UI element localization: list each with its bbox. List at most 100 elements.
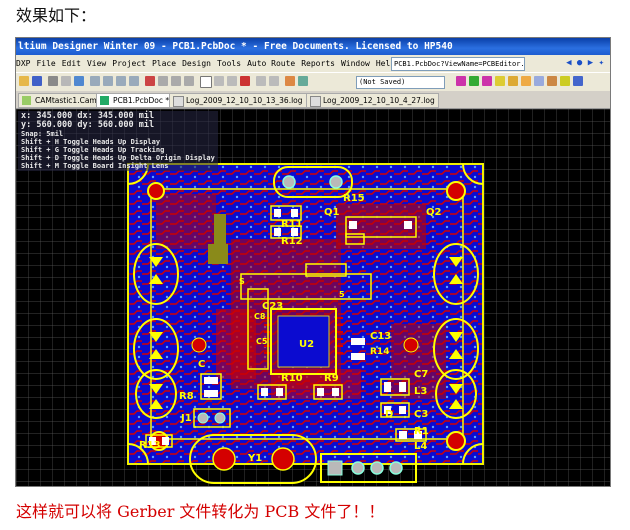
- menu-bar: DXP File Edit View Project Place Design Tools Au…: [16, 55, 610, 72]
- label-q1: Q1: [324, 207, 340, 218]
- label-c13: C13: [370, 331, 391, 342]
- label-q2: Q2: [426, 207, 442, 218]
- label-r8: R8: [179, 391, 194, 402]
- label-r12: R12: [281, 236, 303, 247]
- label-c7: C7: [414, 369, 428, 380]
- label-u2: U2: [299, 339, 314, 350]
- hud-hint: Shift + G Toggle Heads Up Tracking: [21, 146, 165, 154]
- menu-tools[interactable]: Tools: [217, 55, 241, 72]
- label-j1: J1: [180, 413, 192, 424]
- undo-icon[interactable]: [256, 76, 266, 86]
- nav-icons[interactable]: ◀ ● ▶ ✦: [566, 58, 604, 69]
- zoom-icon[interactable]: [74, 76, 84, 86]
- label-l4: L4: [414, 441, 427, 452]
- snap-readout: Snap: 5mil: [21, 130, 64, 138]
- pcb-canvas[interactable]: R15 Q1 Q2 R11 R12 C23 C 5 C8 U2 C13 R14 R…: [16, 109, 610, 486]
- dy-value: 560.000 mil: [97, 120, 155, 130]
- label-5: 5: [339, 290, 345, 299]
- app-window: ltium Designer Winter 09 - PCB1.PcbDoc *…: [15, 37, 611, 487]
- tab-log-1[interactable]: Log_2009_12_10_10_13_36.log: [169, 93, 307, 108]
- label-c23: C23: [262, 301, 283, 312]
- menu-reports[interactable]: Reports: [301, 55, 335, 72]
- tab-log-2[interactable]: Log_2009_12_10_10_4_27.log: [306, 93, 439, 108]
- cross-probe-icon[interactable]: [285, 76, 295, 86]
- polygon-icon[interactable]: [547, 76, 557, 86]
- main-toolbar: (Not Saved): [16, 72, 610, 92]
- label-r10: R10: [281, 373, 303, 384]
- bottom-caption: 这样就可以将 Gerber 文件转化为 PCB 文件了！！: [16, 502, 385, 521]
- arc-icon[interactable]: [469, 76, 479, 86]
- route-icon[interactable]: [456, 76, 466, 86]
- menu-window[interactable]: Window: [341, 55, 370, 72]
- heads-up-display: x: 345.000 dx: 345.000 mil y: 560.000 dy…: [18, 111, 218, 171]
- menu-file[interactable]: File: [36, 55, 55, 72]
- redo-icon[interactable]: [269, 76, 279, 86]
- paste-icon[interactable]: [171, 76, 181, 86]
- label-c-left: C: [198, 359, 205, 370]
- string-icon[interactable]: [560, 76, 570, 86]
- hud-hint: Shift + D Toggle Heads Up Delta Origin D…: [21, 154, 215, 162]
- log-icon: [173, 96, 184, 107]
- browse-icon[interactable]: [298, 76, 308, 86]
- tab-camtastic[interactable]: CAMtastic1.Cam *: [18, 93, 107, 108]
- tab-pcb[interactable]: PCB1.PcbDoc *: [96, 93, 174, 108]
- hud-hint: Shift + M Toggle Board Insight Lens: [21, 162, 169, 170]
- label-l3: L3: [414, 386, 427, 397]
- top-caption: 效果如下：: [16, 6, 97, 25]
- tab-label: PCB1.PcbDoc *: [113, 96, 170, 105]
- rect-select-icon[interactable]: [200, 76, 212, 88]
- menu-place[interactable]: Place: [152, 55, 176, 72]
- label-r9: R9: [324, 373, 339, 384]
- label-c3: C3: [414, 409, 428, 420]
- tab-label: Log_2009_12_10_10_13_36.log: [186, 96, 303, 105]
- copy-icon[interactable]: [158, 76, 168, 86]
- label-c8: C8: [254, 312, 266, 321]
- move-icon[interactable]: [214, 76, 224, 86]
- menu-design[interactable]: Design: [182, 55, 211, 72]
- y-value: 560.000: [36, 120, 73, 130]
- print-icon[interactable]: [48, 76, 58, 86]
- menu-view[interactable]: View: [87, 55, 106, 72]
- cam-icon: [22, 96, 31, 105]
- area-icon[interactable]: [103, 76, 113, 86]
- pcb-icon: [100, 96, 109, 105]
- arc-place-icon[interactable]: [521, 76, 531, 86]
- select-icon[interactable]: [116, 76, 126, 86]
- preview-icon[interactable]: [61, 76, 71, 86]
- label-y1: Y1: [247, 453, 262, 464]
- tab-label: CAMtastic1.Cam *: [35, 96, 103, 105]
- via-icon[interactable]: [508, 76, 518, 86]
- tab-label: Log_2009_12_10_10_4_27.log: [323, 96, 435, 105]
- save-icon[interactable]: [32, 76, 42, 86]
- pad-icon[interactable]: [495, 76, 505, 86]
- window-title: ltium Designer Winter 09 - PCB1.PcbDoc *…: [16, 38, 610, 55]
- menu-dxp[interactable]: DXP: [16, 55, 30, 72]
- open-icon[interactable]: [19, 76, 29, 86]
- zoom-selected-icon[interactable]: [129, 76, 139, 86]
- label-d: D: [385, 409, 393, 420]
- text-icon[interactable]: [573, 76, 583, 86]
- fill-icon[interactable]: [534, 76, 544, 86]
- label-s: S: [239, 277, 245, 286]
- dy-label: dy:: [77, 120, 93, 130]
- saved-state-select[interactable]: (Not Saved): [356, 76, 445, 89]
- label-r1: R1: [414, 426, 429, 437]
- label-r13: R13: [139, 440, 161, 451]
- label-r11: R11: [281, 219, 303, 230]
- y-label: y:: [21, 120, 32, 130]
- path-input[interactable]: PCB1.PcbDoc?ViewName=PCBEditor.: [391, 57, 525, 71]
- deselect-icon[interactable]: [227, 76, 237, 86]
- menu-project[interactable]: Project: [112, 55, 146, 72]
- menu-auto-route[interactable]: Auto Route: [247, 55, 295, 72]
- label-r14: R14: [370, 347, 389, 357]
- hud-hint: Shift + H Toggle Heads Up Display: [21, 138, 161, 146]
- document-tabs: CAMtastic1.Cam * PCB1.PcbDoc * Log_2009_…: [16, 91, 610, 109]
- rubber-stamp-icon[interactable]: [184, 76, 194, 86]
- interactive-route-icon[interactable]: [482, 76, 492, 86]
- clear-icon[interactable]: [240, 76, 250, 86]
- fit-icon[interactable]: [90, 76, 100, 86]
- cut-icon[interactable]: [145, 76, 155, 86]
- log-icon: [310, 96, 321, 107]
- label-r15: R15: [343, 193, 365, 204]
- menu-edit[interactable]: Edit: [62, 55, 81, 72]
